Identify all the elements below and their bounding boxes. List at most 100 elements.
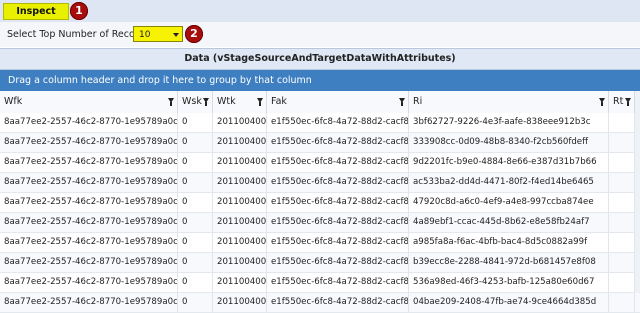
cell-wsk: 0: [178, 173, 213, 192]
cell-wsk: 0: [178, 293, 213, 312]
filter-icon[interactable]: [399, 98, 405, 106]
table-row[interactable]: 8aa77ee2-2557-46c2-8770-1e95789a0c7e 0 2…: [0, 273, 640, 293]
cell-wfk: 8aa77ee2-2557-46c2-8770-1e95789a0c7e: [0, 293, 178, 312]
column-header-label: Fak: [271, 96, 287, 107]
cell-wfk: 8aa77ee2-2557-46c2-8770-1e95789a0c7e: [0, 153, 178, 172]
cell-wfk: 8aa77ee2-2557-46c2-8770-1e95789a0c7e: [0, 233, 178, 252]
cell-wtk: 2011004000: [213, 153, 267, 172]
cell-wtk: 2011004000: [213, 253, 267, 272]
column-header-label: Ri: [413, 96, 423, 107]
cell-wsk: 0: [178, 273, 213, 292]
cell-ri: ac533ba2-dd4d-4471-80f2-f4ed14be6465: [409, 173, 609, 192]
cell-ri: b39ecc8e-2288-4841-972d-b681457e8f08: [409, 253, 609, 272]
cell-wsk: 0: [178, 233, 213, 252]
column-header-wsk[interactable]: Wsk: [178, 91, 213, 113]
cell-wtk: 2011004000: [213, 193, 267, 212]
top-records-select[interactable]: 10: [133, 26, 183, 42]
cell-rt: [609, 293, 635, 312]
cell-ri: 9d2201fc-b9e0-4884-8e66-e387d31b7b66: [409, 153, 609, 172]
cell-wfk: 8aa77ee2-2557-46c2-8770-1e95789a0c7e: [0, 133, 178, 152]
cell-rt: [609, 213, 635, 232]
cell-wsk: 0: [178, 153, 213, 172]
grid-title: Data (vStageSourceAndTargetDataWithAttri…: [0, 48, 640, 70]
cell-fak: e1f550ec-6fc8-4a72-88d2-cacf84613816: [267, 153, 409, 172]
cell-wsk: 0: [178, 193, 213, 212]
column-header-label: Wtk: [217, 96, 236, 107]
cell-wsk: 0: [178, 113, 213, 132]
cell-wfk: 8aa77ee2-2557-46c2-8770-1e95789a0c7e: [0, 273, 178, 292]
table-row[interactable]: 8aa77ee2-2557-46c2-8770-1e95789a0c7e 0 2…: [0, 293, 640, 313]
column-header-label: Rt: [613, 96, 624, 107]
column-header-ri[interactable]: Ri: [409, 91, 609, 113]
cell-fak: e1f550ec-6fc8-4a72-88d2-cacf84613816: [267, 233, 409, 252]
group-by-panel[interactable]: Drag a column header and drop it here to…: [0, 70, 640, 91]
cell-fak: e1f550ec-6fc8-4a72-88d2-cacf84613816: [267, 133, 409, 152]
dropdown-arrow-icon: [173, 33, 179, 37]
column-header-wtk[interactable]: Wtk: [213, 91, 267, 113]
column-header-label: Wfk: [4, 96, 23, 107]
cell-fak: e1f550ec-6fc8-4a72-88d2-cacf84613816: [267, 173, 409, 192]
top-records-label: Select Top Number of Records: [7, 29, 150, 40]
cell-rt: [609, 193, 635, 212]
filter-icon[interactable]: [625, 98, 631, 106]
cell-rt: [609, 133, 635, 152]
cell-fak: e1f550ec-6fc8-4a72-88d2-cacf84613816: [267, 293, 409, 312]
cell-ri: 3bf62727-9226-4e3f-aafe-838eee912b3c: [409, 113, 609, 132]
cell-fak: e1f550ec-6fc8-4a72-88d2-cacf84613816: [267, 113, 409, 132]
cell-fak: e1f550ec-6fc8-4a72-88d2-cacf84613816: [267, 253, 409, 272]
cell-ri: 47920c8d-a6c0-4ef9-a4e8-997ccba874ee: [409, 193, 609, 212]
column-header-label: Wsk: [182, 96, 202, 107]
table-row[interactable]: 8aa77ee2-2557-46c2-8770-1e95789a0c7e 0 2…: [0, 213, 640, 233]
table-row[interactable]: 8aa77ee2-2557-46c2-8770-1e95789a0c7e 0 2…: [0, 133, 640, 153]
callout-marker-2: 2: [185, 25, 203, 43]
filter-icon[interactable]: [203, 98, 209, 106]
cell-ri: a985fa8a-f6ac-4bfb-bac4-8d5c0882a99f: [409, 233, 609, 252]
grid-header-row: Wfk Wsk Wtk Fak Ri Rt: [0, 91, 640, 114]
callout-marker-1: 1: [70, 2, 88, 20]
table-row[interactable]: 8aa77ee2-2557-46c2-8770-1e95789a0c7e 0 2…: [0, 113, 640, 133]
cell-rt: [609, 253, 635, 272]
cell-wfk: 8aa77ee2-2557-46c2-8770-1e95789a0c7e: [0, 173, 178, 192]
table-row[interactable]: 8aa77ee2-2557-46c2-8770-1e95789a0c7e 0 2…: [0, 173, 640, 193]
grid-body: 8aa77ee2-2557-46c2-8770-1e95789a0c7e 0 2…: [0, 113, 640, 313]
cell-wtk: 2011004000: [213, 293, 267, 312]
cell-ri: 333908cc-0d09-48b8-8340-f2cb560fdeff: [409, 133, 609, 152]
cell-wfk: 8aa77ee2-2557-46c2-8770-1e95789a0c7e: [0, 113, 178, 132]
table-row[interactable]: 8aa77ee2-2557-46c2-8770-1e95789a0c7e 0 2…: [0, 153, 640, 173]
cell-wtk: 2011004000: [213, 113, 267, 132]
inspect-data-button[interactable]: Inspect Data: [3, 3, 69, 32]
cell-wtk: 2011004000: [213, 133, 267, 152]
cell-rt: [609, 173, 635, 192]
table-row[interactable]: 8aa77ee2-2557-46c2-8770-1e95789a0c7e 0 2…: [0, 193, 640, 213]
filter-icon[interactable]: [599, 98, 605, 106]
column-header-wfk[interactable]: Wfk: [0, 91, 178, 113]
top-toolbar: [0, 0, 640, 22]
top-records-value: 10: [139, 30, 151, 40]
cell-ri: 536a98ed-46f3-4253-bafb-125a80e60d67: [409, 273, 609, 292]
cell-rt: [609, 273, 635, 292]
cell-rt: [609, 153, 635, 172]
cell-rt: [609, 113, 635, 132]
cell-wtk: 2011004000: [213, 173, 267, 192]
cell-fak: e1f550ec-6fc8-4a72-88d2-cacf84613816: [267, 193, 409, 212]
cell-fak: e1f550ec-6fc8-4a72-88d2-cacf84613816: [267, 213, 409, 232]
cell-wtk: 2011004000: [213, 213, 267, 232]
cell-ri: 4a89ebf1-ccac-445d-8b62-e8e58fb24af7: [409, 213, 609, 232]
cell-wfk: 8aa77ee2-2557-46c2-8770-1e95789a0c7e: [0, 253, 178, 272]
cell-wfk: 8aa77ee2-2557-46c2-8770-1e95789a0c7e: [0, 193, 178, 212]
cell-rt: [609, 233, 635, 252]
cell-wsk: 0: [178, 253, 213, 272]
column-header-rt[interactable]: Rt: [609, 91, 635, 113]
cell-wtk: 2011004000: [213, 273, 267, 292]
cell-wsk: 0: [178, 213, 213, 232]
filter-icon[interactable]: [168, 98, 174, 106]
filter-bar: Select Top Number of Records: [0, 22, 640, 47]
filter-icon[interactable]: [257, 98, 263, 106]
grid-vertical-scrollbar[interactable]: [635, 91, 640, 293]
cell-fak: e1f550ec-6fc8-4a72-88d2-cacf84613816: [267, 273, 409, 292]
column-header-fak[interactable]: Fak: [267, 91, 409, 113]
table-row[interactable]: 8aa77ee2-2557-46c2-8770-1e95789a0c7e 0 2…: [0, 233, 640, 253]
cell-ri: 04bae209-2408-47fb-ae74-9ce4664d385d: [409, 293, 609, 312]
cell-wfk: 8aa77ee2-2557-46c2-8770-1e95789a0c7e: [0, 213, 178, 232]
table-row[interactable]: 8aa77ee2-2557-46c2-8770-1e95789a0c7e 0 2…: [0, 253, 640, 273]
